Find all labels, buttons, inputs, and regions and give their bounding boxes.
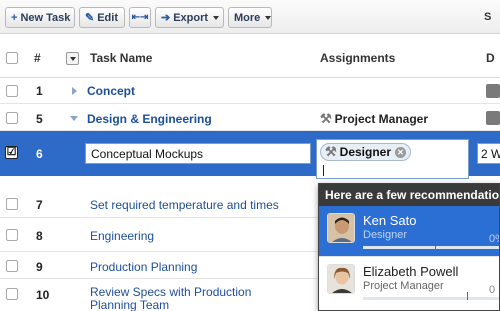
row-number: 7 (36, 198, 43, 212)
person-avatar-icon (328, 265, 354, 293)
wrench-icon: ⚒ (325, 144, 337, 159)
row-number: 6 (36, 147, 43, 161)
workload-percent: 0 (489, 284, 496, 296)
duration-input[interactable]: 2 W (477, 143, 500, 164)
indent-outdent-icon: ⇤⇥ (131, 12, 149, 23)
expand-arrow-icon[interactable] (72, 87, 77, 95)
new-task-label: New Task (20, 11, 71, 24)
pencil-icon: ✎ (85, 12, 95, 24)
recommendation-role: Designer (363, 229, 408, 241)
workload-bar (363, 292, 499, 300)
assignment-label: Project Manager (334, 112, 429, 126)
avatar (327, 213, 355, 243)
notes-icon[interactable] (486, 111, 500, 125)
task-name[interactable]: Design & Engineering (87, 112, 212, 126)
text-cursor (323, 165, 324, 176)
token-label: Designer (339, 145, 392, 159)
recommendation-item[interactable]: Ken Sato Designer 0% (319, 206, 499, 256)
row-checkbox[interactable] (6, 229, 18, 241)
table-row[interactable]: 1 Concept (0, 78, 500, 104)
edit-label: Edit (97, 11, 118, 24)
recommendation-name: Ken Sato (363, 213, 417, 228)
column-num-header[interactable]: # (34, 51, 41, 65)
more-label: More (234, 11, 261, 24)
more-button[interactable]: More (228, 7, 272, 28)
grid-header: # Task Name Assignments D (0, 34, 500, 78)
task-name[interactable]: Concept (87, 84, 135, 98)
row-number: 8 (36, 229, 43, 243)
task-name[interactable]: Set required temperature and times (90, 198, 279, 212)
row-checkbox[interactable] (6, 260, 18, 272)
recommendation-role: Project Manager (363, 280, 444, 292)
avatar (327, 264, 355, 294)
popup-heading: Here are a few recommendations (319, 184, 499, 206)
toolbar: + New Task ✎ Edit ⇤⇥ ➔ Export More S (0, 0, 500, 34)
chevron-down-icon (265, 15, 272, 20)
workload-marker (467, 292, 468, 300)
row-number: 9 (36, 260, 43, 274)
row-checkbox[interactable] (6, 198, 18, 210)
chevron-down-icon (213, 15, 220, 20)
workload-bar (363, 241, 499, 249)
task-name-input[interactable]: Conceptual Mockups (85, 143, 311, 164)
task-name[interactable]: Production Planning (90, 260, 197, 274)
toolbar-right-label[interactable]: S (484, 11, 491, 23)
row-checkbox[interactable] (6, 85, 18, 97)
wrench-icon: ⚒ (320, 111, 332, 126)
column-assignments-header[interactable]: Assignments (320, 51, 395, 65)
assignment-token[interactable]: ⚒ Designer ✕ (320, 143, 412, 161)
recommendations-popup: Here are a few recommendations Ken Sato … (318, 183, 500, 311)
recommendation-item[interactable]: Elizabeth Powell Project Manager 0 (319, 256, 499, 306)
assignment-cell[interactable]: ⚒ Project Manager (320, 111, 428, 127)
select-all-checkbox[interactable] (6, 52, 18, 64)
export-button[interactable]: ➔ Export (155, 7, 224, 28)
workload-percent: 0% (489, 233, 499, 245)
export-label: Export (173, 11, 209, 24)
task-name[interactable]: Review Specs with Production Planning Te… (90, 286, 300, 311)
recommendation-name: Elizabeth Powell (363, 264, 459, 279)
row-checkbox-checked[interactable]: ☑ (5, 146, 18, 159)
row-number: 1 (36, 84, 43, 98)
column-task-name-header[interactable]: Task Name (90, 51, 152, 65)
collapse-arrow-icon[interactable] (70, 116, 78, 121)
row-checkbox[interactable] (6, 112, 18, 124)
row-checkbox[interactable] (6, 288, 18, 300)
task-name[interactable]: Engineering (90, 229, 154, 243)
column-menu-button[interactable] (66, 52, 79, 65)
table-row[interactable]: 5 Design & Engineering ⚒ Project Manager (0, 104, 500, 131)
edit-button[interactable]: ✎ Edit (79, 7, 125, 28)
assignment-input[interactable]: ⚒ Designer ✕ (316, 139, 469, 179)
row-number: 10 (36, 288, 50, 302)
remove-token-icon[interactable]: ✕ (395, 146, 407, 158)
arrow-right-icon: ➔ (161, 12, 171, 24)
indent-button[interactable]: ⇤⇥ (129, 7, 151, 28)
column-duration-header[interactable]: D (486, 51, 495, 65)
person-avatar-icon (328, 214, 354, 242)
row-number: 5 (36, 112, 43, 126)
new-task-button[interactable]: + New Task (5, 7, 75, 28)
workload-marker (435, 241, 436, 249)
notes-icon[interactable] (486, 84, 500, 98)
plus-icon: + (11, 11, 18, 24)
selected-row[interactable]: ☑ 6 Conceptual Mockups ⚒ Designer ✕ 2 W (0, 131, 500, 179)
